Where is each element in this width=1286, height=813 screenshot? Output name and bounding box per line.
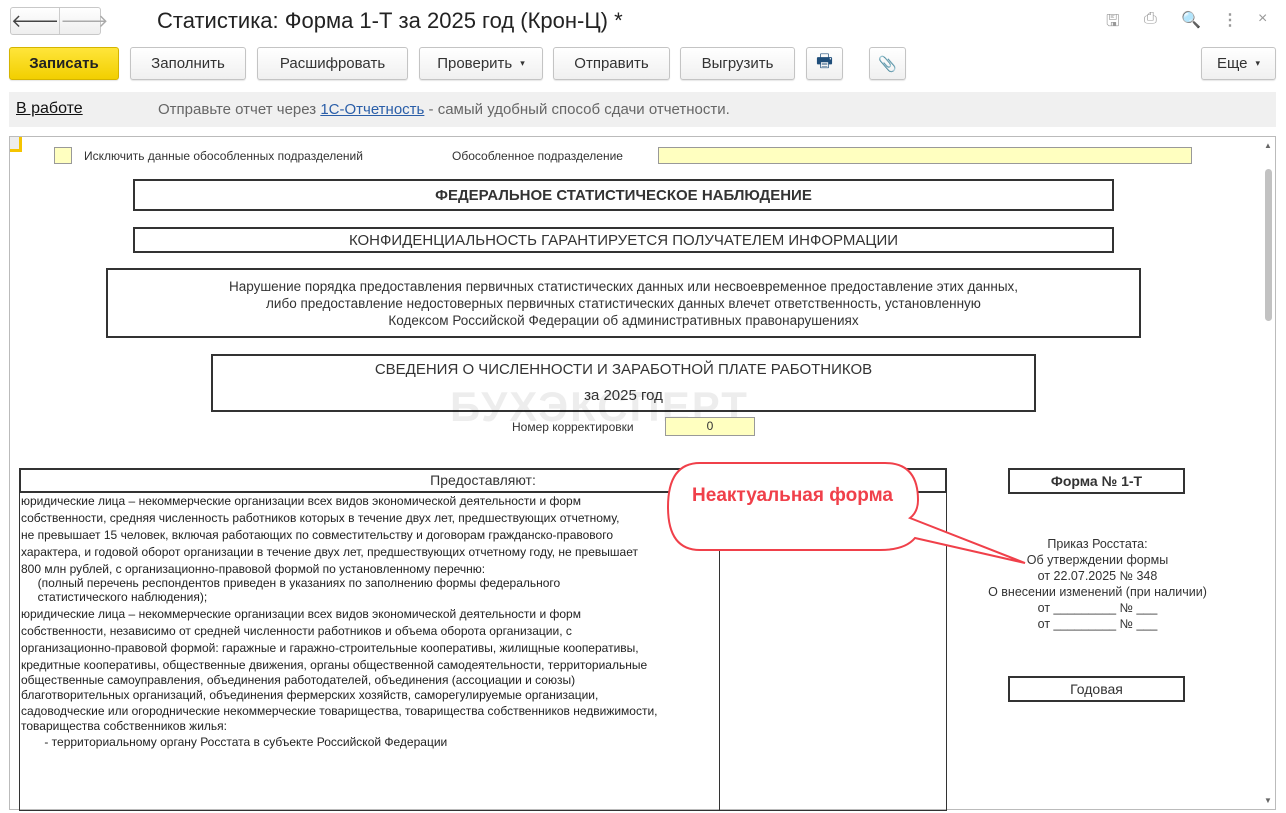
save-icon[interactable]: 🖫 xyxy=(1106,10,1120,37)
provide-line: характера, и годовой оборот организации … xyxy=(21,545,638,559)
chevron-down-icon: ▾ xyxy=(520,58,525,68)
correction-field[interactable]: 0 xyxy=(665,417,755,436)
window-title: Статистика: Форма 1-Т за 2025 год (Крон-… xyxy=(157,8,623,33)
printer-icon: 🖶 xyxy=(816,50,833,71)
warning-line: либо предоставление недостоверных первич… xyxy=(266,295,981,311)
decode-button[interactable]: Расшифровать xyxy=(257,47,408,80)
print-icon[interactable]: ⎙ xyxy=(1144,10,1157,28)
back-button[interactable]: 🡐 xyxy=(11,8,59,34)
info-text: Отправьте отчет через 1С-Отчетность - са… xyxy=(158,101,730,118)
provide-line: 800 млн рублей, с организационно-правово… xyxy=(21,562,486,576)
provide-line: благотворительных организаций, объединен… xyxy=(21,688,599,702)
provide-line: - территориальному органу Росстата в суб… xyxy=(21,735,448,749)
periodicity: Годовая xyxy=(1008,676,1185,702)
order-line: от _________ № ___ xyxy=(1037,601,1158,615)
reporting-link[interactable]: 1С-Отчетность xyxy=(320,101,424,118)
status-link[interactable]: В работе xyxy=(16,100,83,118)
subdivision-field[interactable] xyxy=(658,147,1192,164)
navigation-buttons: 🡐 🡒 xyxy=(10,7,109,35)
paperclip-icon: 📎 xyxy=(878,55,897,73)
more-label: Еще xyxy=(1216,55,1248,72)
order-line: от 22.07.2025 № 348 xyxy=(1037,569,1158,583)
form-number: Форма № 1-Т xyxy=(1008,468,1185,494)
attach-button[interactable]: 📎 xyxy=(869,47,906,80)
fill-button[interactable]: Заполнить xyxy=(130,47,246,80)
export-button[interactable]: Выгрузить xyxy=(680,47,795,80)
more-menu-icon[interactable]: ⋮ xyxy=(1222,10,1238,30)
correction-label: Номер корректировки xyxy=(512,420,634,434)
provide-line: юридические лица – некоммерческие органи… xyxy=(21,494,581,508)
report-form: Исключить данные обособленных подразделе… xyxy=(9,136,1276,811)
provide-line: собственности, средняя численность работ… xyxy=(21,511,620,525)
check-button[interactable]: Проверить ▾ xyxy=(419,47,543,80)
info-text-after: - самый удобный способ сдачи отчетности. xyxy=(424,101,730,118)
info-text-before: Отправьте отчет через xyxy=(158,101,321,118)
provide-line: товарищества собственников жилья: xyxy=(21,719,227,733)
provide-line: юридические лица – некоммерческие органи… xyxy=(21,607,581,621)
provide-line: общественные самоуправления, объединения… xyxy=(21,673,576,687)
callout-bubble xyxy=(666,462,1026,564)
chevron-down-icon: ▾ xyxy=(1255,58,1261,68)
exclude-label: Исключить данные обособленных подразделе… xyxy=(84,149,363,163)
federal-header: ФЕДЕРАЛЬНОЕ СТАТИСТИЧЕСКОЕ НАБЛЮДЕНИЕ xyxy=(133,179,1114,211)
check-label: Проверить xyxy=(437,55,513,72)
print-button[interactable]: 🖶 xyxy=(806,47,843,80)
provide-line: садоводческие или огороднические некомме… xyxy=(21,704,658,718)
exclude-checkbox[interactable] xyxy=(54,147,72,164)
info-bar: В работе Отправьте отчет через 1С-Отчетн… xyxy=(9,92,1276,127)
preview-icon[interactable]: 🔍 xyxy=(1181,10,1201,30)
confidential-header: КОНФИДЕНЦИАЛЬНОСТЬ ГАРАНТИРУЕТСЯ ПОЛУЧАТ… xyxy=(133,227,1114,253)
warning-line: Нарушение порядка предоставления первичн… xyxy=(228,278,1019,294)
cell-cursor xyxy=(10,137,22,152)
provide-line: кредитные кооперативы, общественные движ… xyxy=(21,658,648,672)
forward-button[interactable]: 🡒 xyxy=(59,8,109,34)
more-button[interactable]: Еще ▾ xyxy=(1201,47,1276,80)
send-button[interactable]: Отправить xyxy=(553,47,670,80)
close-icon[interactable]: × xyxy=(1258,10,1267,28)
scrollbar-thumb[interactable] xyxy=(1265,169,1272,321)
warning-line: Кодексом Российской Федерации об админис… xyxy=(388,312,859,328)
provide-line: организационно-правовой формой: гаражные… xyxy=(21,641,639,655)
subdivision-label: Обособленное подразделение xyxy=(452,149,623,163)
provide-line: статистического наблюдения); xyxy=(21,590,208,604)
order-line: О внесении изменений (при наличии) xyxy=(988,585,1207,599)
vertical-scrollbar[interactable]: ▲ ▼ xyxy=(1262,141,1274,805)
report-title: СВЕДЕНИЯ О ЧИСЛЕННОСТИ И ЗАРАБОТНОЙ ПЛАТ… xyxy=(374,361,873,378)
provide-line: собственности, независимо от средней чис… xyxy=(21,624,572,638)
warning-box: Нарушение порядка предоставления первичн… xyxy=(106,268,1141,338)
callout-text: Неактуальная форма xyxy=(692,485,893,506)
order-line: от _________ № ___ xyxy=(1037,617,1158,631)
provide-line: (полный перечень респондентов приведен в… xyxy=(21,576,561,590)
provide-line: не превышает 15 человек, включая работаю… xyxy=(21,528,613,542)
save-button[interactable]: Записать xyxy=(9,47,119,80)
